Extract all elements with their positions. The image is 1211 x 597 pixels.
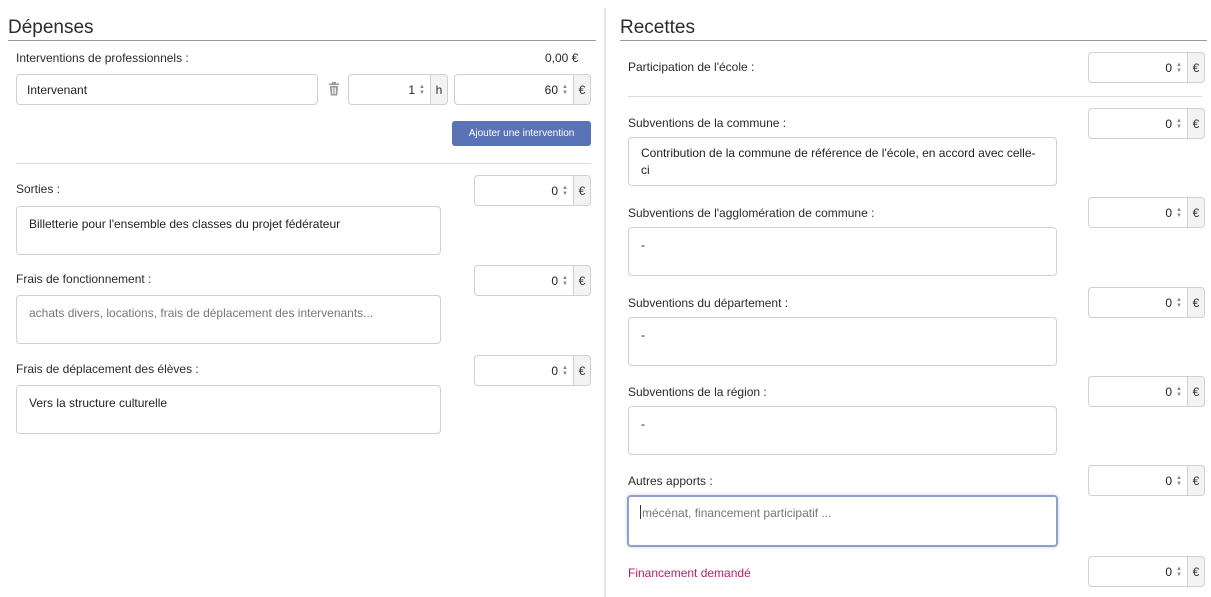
autres-unit: € bbox=[1187, 465, 1205, 496]
hours-field[interactable]: 1 ▲ ▼ bbox=[348, 74, 430, 105]
agglomeration-label: Subventions de l'agglomération de commun… bbox=[628, 206, 875, 220]
depenses-title-rule bbox=[8, 40, 596, 41]
ecole-label: Participation de l'école : bbox=[628, 60, 755, 74]
ecole-amount-input[interactable]: 0 ▲ ▼ € bbox=[1088, 52, 1205, 83]
spinner-arrows-icon[interactable]: ▲ ▼ bbox=[1175, 296, 1183, 310]
commune-textarea[interactable]: Contribution de la commune de référence … bbox=[628, 137, 1057, 186]
financement-amount-input[interactable]: 0 ▲ ▼ € bbox=[1088, 556, 1205, 587]
ecole-unit: € bbox=[1187, 52, 1205, 83]
spinner-arrows-icon[interactable]: ▲ ▼ bbox=[1175, 385, 1183, 399]
departement-amount-field[interactable]: 0 ▲ ▼ bbox=[1088, 287, 1187, 318]
fonctionnement-label: Frais de fonctionnement : bbox=[16, 272, 152, 286]
commune-amount-value: 0 bbox=[1165, 116, 1172, 131]
autres-amount-field[interactable]: 0 ▲ ▼ bbox=[1088, 465, 1187, 496]
sorties-amount-field[interactable]: 0 ▲ ▼ bbox=[474, 175, 573, 206]
commune-amount-input[interactable]: 0 ▲ ▼ € bbox=[1088, 108, 1205, 139]
region-unit: € bbox=[1187, 376, 1205, 407]
fonctionnement-textarea[interactable]: achats divers, locations, frais de dépla… bbox=[16, 295, 441, 344]
autres-amount-value: 0 bbox=[1165, 473, 1172, 488]
financement-unit: € bbox=[1187, 556, 1205, 587]
agglomeration-unit: € bbox=[1187, 197, 1205, 228]
financement-amount-value: 0 bbox=[1165, 564, 1172, 579]
spinner-arrows-icon[interactable]: ▲ ▼ bbox=[1175, 474, 1183, 488]
spinner-arrows-icon[interactable]: ▲ ▼ bbox=[561, 83, 569, 97]
departement-label: Subventions du département : bbox=[628, 296, 789, 310]
ecole-separator bbox=[628, 96, 1202, 97]
deplacement-amount-value: 0 bbox=[551, 363, 558, 378]
interventions-label: Interventions de professionnels : bbox=[16, 51, 189, 65]
fonctionnement-amount-input[interactable]: 0 ▲ ▼ € bbox=[474, 265, 591, 296]
deplacement-textarea[interactable]: Vers la structure culturelle bbox=[16, 385, 441, 434]
spinner-arrows-icon[interactable]: ▲ ▼ bbox=[418, 83, 426, 97]
departement-amount-value: 0 bbox=[1165, 295, 1172, 310]
spinner-arrows-icon[interactable]: ▲ ▼ bbox=[561, 274, 569, 288]
rate-unit: € bbox=[573, 74, 591, 105]
commune-amount-field[interactable]: 0 ▲ ▼ bbox=[1088, 108, 1187, 139]
spinner-arrows-icon[interactable]: ▲ ▼ bbox=[1175, 565, 1183, 579]
deplacement-label: Frais de déplacement des élèves : bbox=[16, 362, 199, 376]
autres-amount-input[interactable]: 0 ▲ ▼ € bbox=[1088, 465, 1205, 496]
departement-amount-input[interactable]: 0 ▲ ▼ € bbox=[1088, 287, 1205, 318]
trash-icon[interactable] bbox=[328, 82, 340, 96]
commune-label: Subventions de la commune : bbox=[628, 116, 787, 130]
spinner-arrows-icon[interactable]: ▲ ▼ bbox=[1175, 117, 1183, 131]
intervenant-value: Intervenant bbox=[27, 82, 88, 97]
spinner-arrows-icon[interactable]: ▲ ▼ bbox=[1175, 206, 1183, 220]
sorties-label: Sorties : bbox=[16, 182, 61, 196]
recettes-title: Recettes bbox=[620, 17, 695, 38]
interventions-separator bbox=[16, 163, 591, 164]
sorties-amount-value: 0 bbox=[551, 183, 558, 198]
financement-label: Financement demandé bbox=[628, 566, 751, 580]
region-label: Subventions de la région : bbox=[628, 385, 767, 399]
rate-field[interactable]: 60 ▲ ▼ bbox=[454, 74, 573, 105]
fonctionnement-amount-value: 0 bbox=[551, 273, 558, 288]
column-divider bbox=[604, 8, 606, 597]
interventions-total: 0,00 € bbox=[545, 51, 579, 65]
agglomeration-amount-input[interactable]: 0 ▲ ▼ € bbox=[1088, 197, 1205, 228]
sorties-textarea[interactable]: Billetterie pour l'ensemble des classes … bbox=[16, 206, 441, 255]
hours-input[interactable]: 1 ▲ ▼ h bbox=[348, 74, 448, 105]
agglomeration-amount-field[interactable]: 0 ▲ ▼ bbox=[1088, 197, 1187, 228]
rate-input[interactable]: 60 ▲ ▼ € bbox=[454, 74, 591, 105]
region-textarea[interactable]: - bbox=[628, 406, 1057, 455]
agglomeration-amount-value: 0 bbox=[1165, 205, 1172, 220]
region-amount-field[interactable]: 0 ▲ ▼ bbox=[1088, 376, 1187, 407]
depenses-title: Dépenses bbox=[8, 17, 94, 38]
sorties-amount-input[interactable]: 0 ▲ ▼ € bbox=[474, 175, 591, 206]
spinner-arrows-icon[interactable]: ▲ ▼ bbox=[561, 184, 569, 198]
fonctionnement-amount-field[interactable]: 0 ▲ ▼ bbox=[474, 265, 573, 296]
region-amount-input[interactable]: 0 ▲ ▼ € bbox=[1088, 376, 1205, 407]
recettes-title-rule bbox=[620, 40, 1207, 41]
add-intervention-button[interactable]: Ajouter une intervention bbox=[452, 121, 591, 146]
spinner-arrows-icon[interactable]: ▲ ▼ bbox=[561, 364, 569, 378]
sorties-unit: € bbox=[573, 175, 591, 206]
hours-unit: h bbox=[430, 74, 448, 105]
region-amount-value: 0 bbox=[1165, 384, 1172, 399]
financement-amount-field[interactable]: 0 ▲ ▼ bbox=[1088, 556, 1187, 587]
autres-textarea[interactable]: mécénat, financement participatif ... bbox=[627, 495, 1058, 547]
agglomeration-textarea[interactable]: - bbox=[628, 227, 1057, 276]
autres-label: Autres apports : bbox=[628, 474, 713, 488]
ecole-amount-field[interactable]: 0 ▲ ▼ bbox=[1088, 52, 1187, 83]
deplacement-amount-field[interactable]: 0 ▲ ▼ bbox=[474, 355, 573, 386]
deplacement-unit: € bbox=[573, 355, 591, 386]
intervenant-input[interactable]: Intervenant bbox=[16, 74, 318, 105]
commune-unit: € bbox=[1187, 108, 1205, 139]
spinner-arrows-icon[interactable]: ▲ ▼ bbox=[1175, 61, 1183, 75]
departement-unit: € bbox=[1187, 287, 1205, 318]
deplacement-amount-input[interactable]: 0 ▲ ▼ € bbox=[474, 355, 591, 386]
text-caret bbox=[640, 505, 641, 519]
ecole-amount-value: 0 bbox=[1165, 60, 1172, 75]
departement-textarea[interactable]: - bbox=[628, 317, 1057, 366]
hours-value: 1 bbox=[408, 82, 415, 97]
rate-value: 60 bbox=[544, 82, 558, 97]
fonctionnement-unit: € bbox=[573, 265, 591, 296]
autres-placeholder: mécénat, financement participatif ... bbox=[642, 506, 832, 520]
